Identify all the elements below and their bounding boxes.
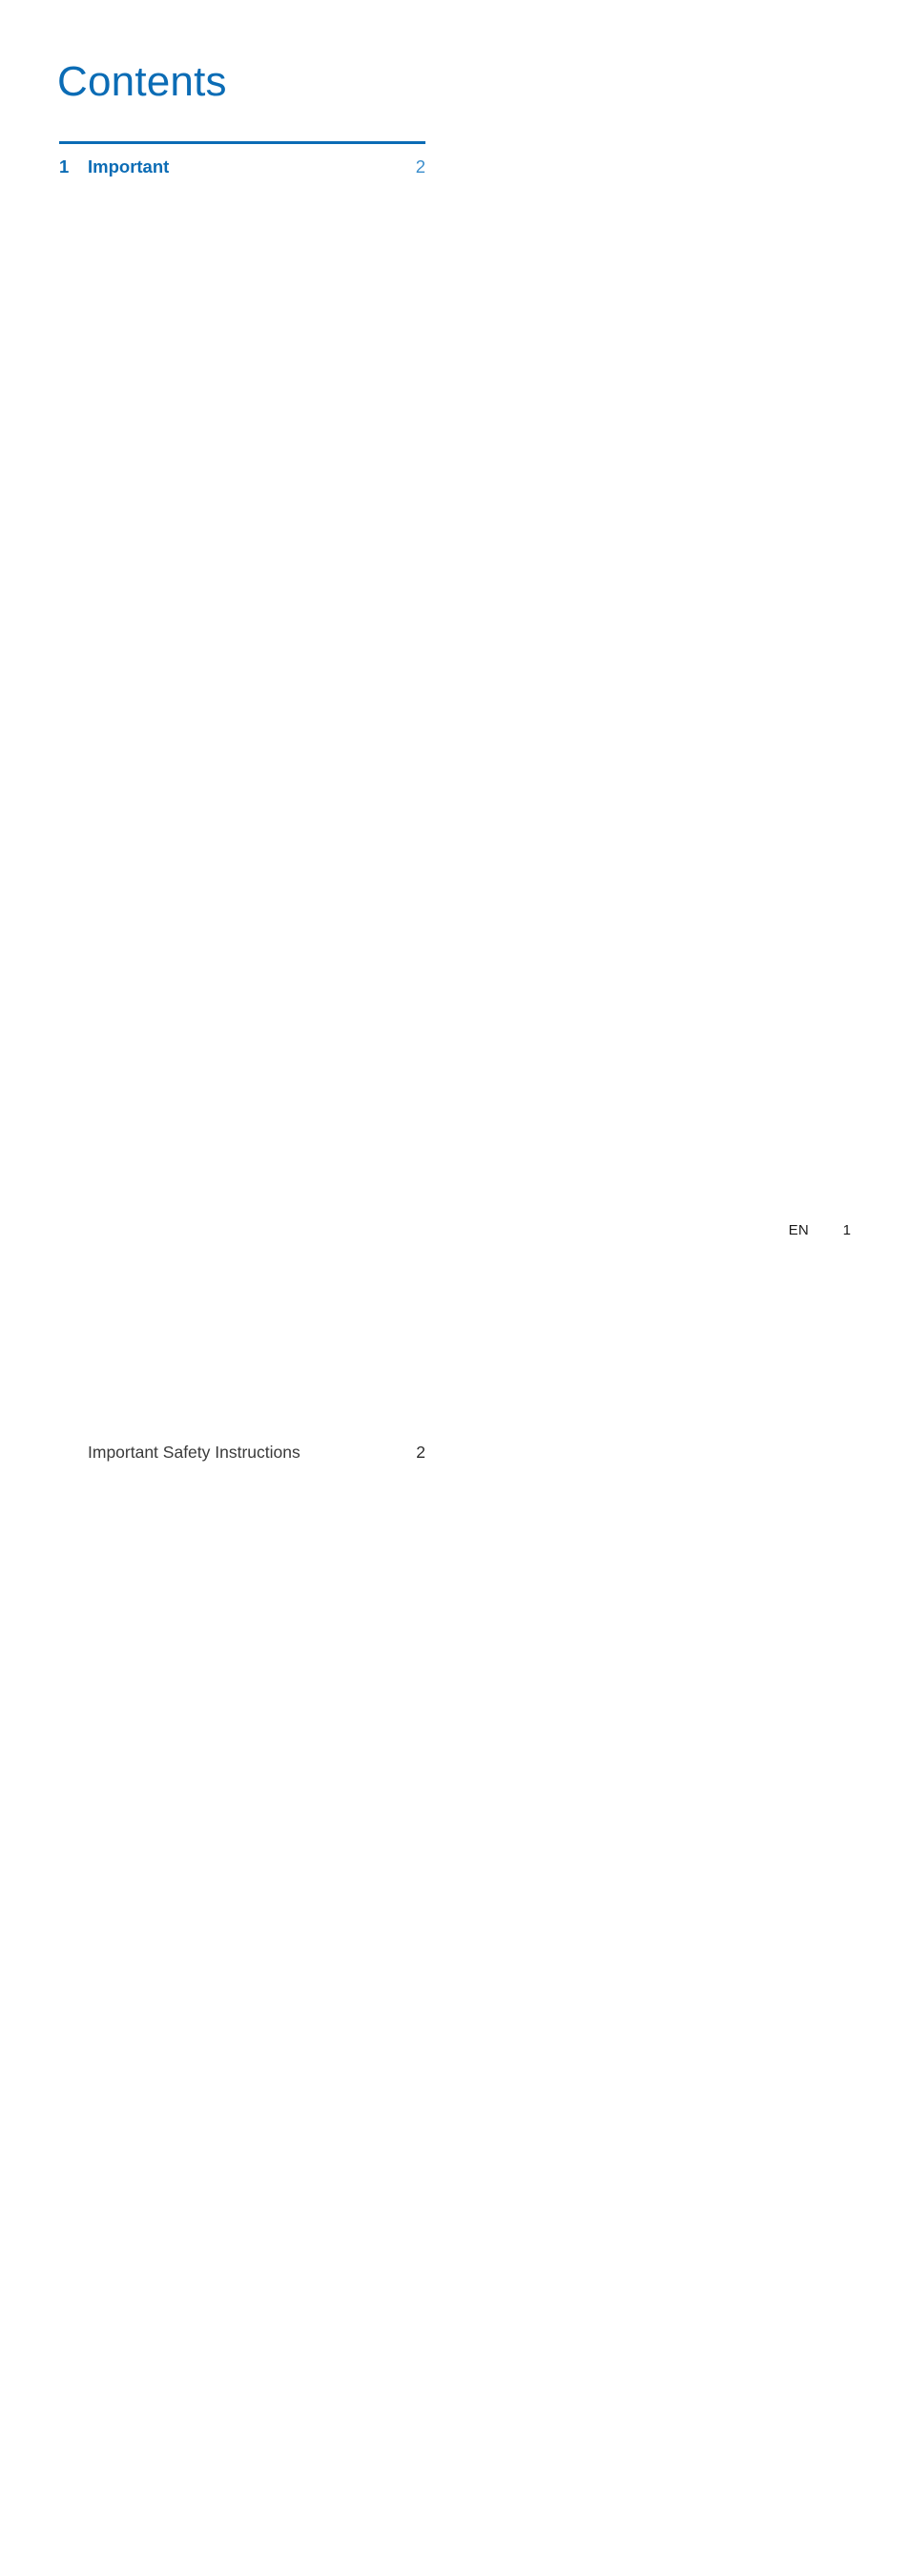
toc-entry-row[interactable]: Important Safety Instructions 2 <box>59 1441 425 2576</box>
footer-language-code: EN <box>788 1222 809 1238</box>
section-page-number: 2 <box>415 156 425 177</box>
entry-page-number: 2 <box>416 1443 425 1462</box>
document-page: Contents 1 Important 2 Important Safety Ins… <box>0 0 910 1462</box>
footer-page-number: 1 <box>842 1222 851 1238</box>
table-of-contents: 1 Important 2 Important Safety Instructions… <box>59 141 425 2576</box>
toc-section-row[interactable]: 1 Important 2 <box>59 144 425 1441</box>
page-title: Contents <box>57 58 227 105</box>
page-footer: EN 1 <box>789 1222 851 1238</box>
entry-label: Important Safety Instructions <box>88 1443 300 1462</box>
section-title: Important <box>88 156 170 177</box>
section-number: 1 <box>59 156 70 177</box>
toc-section: 1 Important 2 Important Safety Instructions… <box>59 141 425 2576</box>
